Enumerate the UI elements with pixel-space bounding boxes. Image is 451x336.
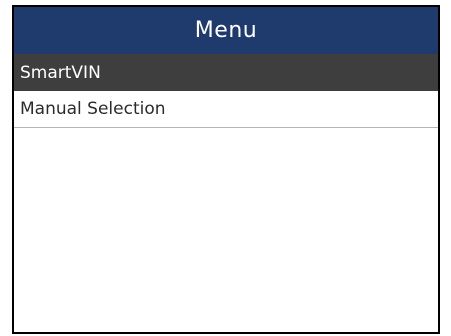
- menu-list: SmartVIN Manual Selection: [14, 54, 438, 128]
- menu-item-smartvin[interactable]: SmartVIN: [14, 54, 438, 91]
- menu-item-label: Manual Selection: [20, 99, 166, 119]
- menu-item-manual-selection[interactable]: Manual Selection: [14, 91, 438, 128]
- device-screen: Menu SmartVIN Manual Selection: [12, 5, 440, 334]
- page-title: Menu: [194, 18, 258, 43]
- menu-item-label: SmartVIN: [20, 62, 101, 83]
- menu-header: Menu: [14, 7, 438, 54]
